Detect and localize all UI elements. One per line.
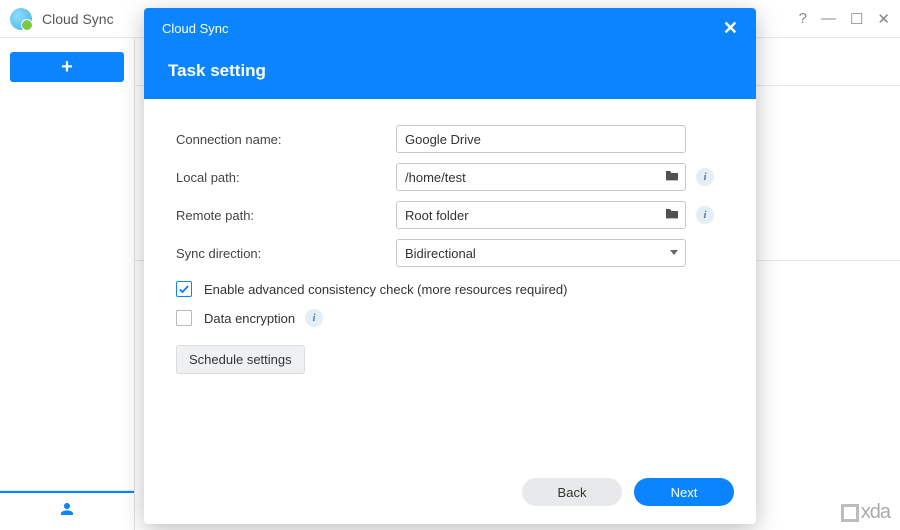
remote-path-input[interactable] bbox=[396, 201, 686, 229]
row-data-encryption: Data encryption i bbox=[176, 309, 724, 327]
row-sync-direction: Sync direction: bbox=[176, 239, 724, 267]
encryption-label: Data encryption bbox=[204, 311, 295, 326]
browse-local-folder-icon[interactable] bbox=[664, 168, 680, 185]
modal-header: Cloud Sync ✕ Task setting bbox=[144, 8, 756, 99]
modal-title: Task setting bbox=[168, 61, 738, 81]
modal-overlay: Cloud Sync ✕ Task setting Connection nam… bbox=[0, 0, 900, 530]
watermark-text: xda bbox=[861, 501, 890, 524]
modal-body: Connection name: Local path: i Remote pa… bbox=[144, 99, 756, 464]
sync-direction-select[interactable] bbox=[396, 239, 686, 267]
browse-remote-folder-icon[interactable] bbox=[664, 206, 680, 223]
encryption-checkbox[interactable] bbox=[176, 310, 192, 326]
label-connection-name: Connection name: bbox=[176, 132, 396, 147]
modal-footer: Back Next bbox=[144, 464, 756, 524]
consistency-label: Enable advanced consistency check (more … bbox=[204, 282, 567, 297]
back-button[interactable]: Back bbox=[522, 478, 622, 506]
label-sync-direction: Sync direction: bbox=[176, 246, 396, 261]
schedule-settings-button[interactable]: Schedule settings bbox=[176, 345, 305, 374]
row-remote-path: Remote path: i bbox=[176, 201, 724, 229]
row-local-path: Local path: i bbox=[176, 163, 724, 191]
row-connection-name: Connection name: bbox=[176, 125, 724, 153]
connection-name-input[interactable] bbox=[396, 125, 686, 153]
modal-header-app-name: Cloud Sync bbox=[162, 21, 228, 36]
remote-path-info-icon[interactable]: i bbox=[696, 206, 714, 224]
watermark: xda bbox=[841, 501, 890, 524]
close-icon[interactable]: ✕ bbox=[723, 18, 738, 39]
watermark-logo-icon bbox=[841, 504, 859, 522]
consistency-checkbox[interactable] bbox=[176, 281, 192, 297]
next-button[interactable]: Next bbox=[634, 478, 734, 506]
local-path-input[interactable] bbox=[396, 163, 686, 191]
label-remote-path: Remote path: bbox=[176, 208, 396, 223]
row-consistency-check: Enable advanced consistency check (more … bbox=[176, 281, 724, 297]
encryption-info-icon[interactable]: i bbox=[305, 309, 323, 327]
label-local-path: Local path: bbox=[176, 170, 396, 185]
task-setting-modal: Cloud Sync ✕ Task setting Connection nam… bbox=[144, 8, 756, 524]
local-path-info-icon[interactable]: i bbox=[696, 168, 714, 186]
